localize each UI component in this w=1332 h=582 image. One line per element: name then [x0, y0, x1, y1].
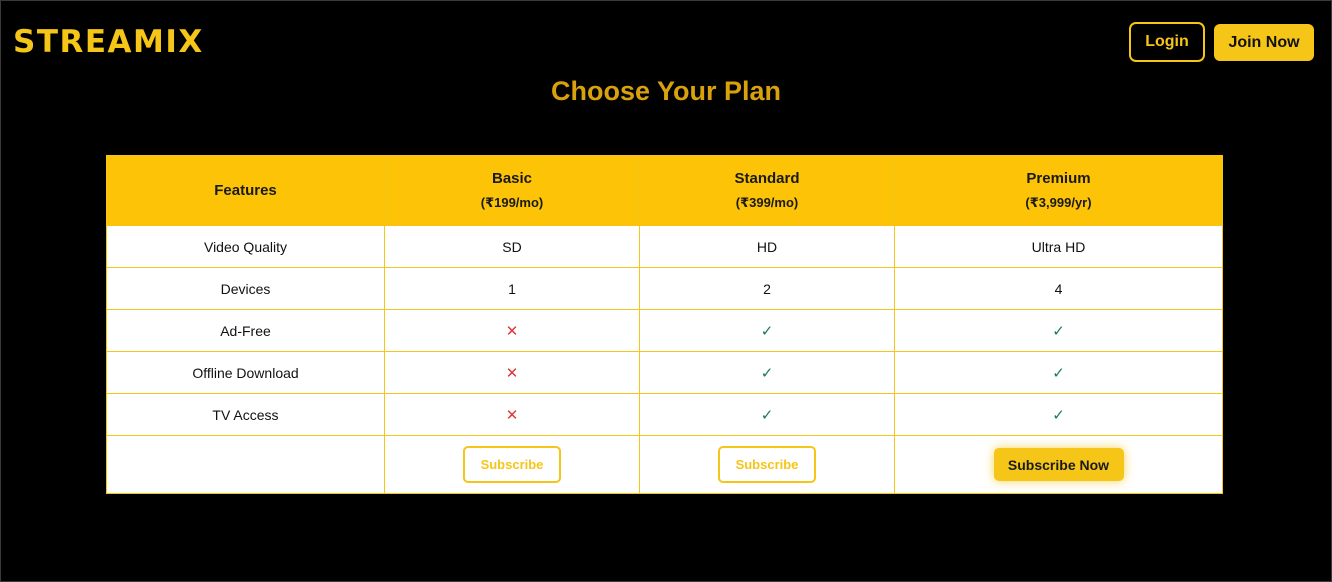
table-cell: ✓	[639, 351, 895, 394]
table-cell: ✓	[894, 309, 1223, 352]
check-icon: ✓	[1052, 321, 1065, 340]
plan-header-basic: Basic (₹199/mo)	[384, 155, 640, 226]
table-row: Ad-Free ✕ ✓ ✓	[106, 309, 1223, 352]
table-row: Offline Download ✕ ✓ ✓	[106, 351, 1223, 394]
empty-cell	[106, 435, 385, 494]
check-icon: ✓	[760, 363, 774, 382]
table-cell: ✓	[639, 393, 895, 436]
feature-label: Devices	[106, 267, 385, 310]
plans-comparison-table: Features Basic (₹199/mo) Standard (₹399/…	[106, 155, 1223, 494]
plan-name: Standard	[734, 170, 800, 187]
table-row: Devices 1 2 4	[106, 267, 1223, 310]
table-cell: SD	[384, 225, 640, 268]
join-now-button[interactable]: Join Now	[1214, 24, 1314, 61]
brand-logo[interactable]: STREAMIX	[13, 23, 204, 61]
feature-label: Video Quality	[106, 225, 385, 268]
plan-name: Basic	[491, 170, 533, 187]
table-cell: ✓	[894, 393, 1223, 436]
check-icon: ✓	[760, 405, 774, 424]
feature-label: Ad-Free	[106, 309, 385, 352]
check-icon: ✓	[1052, 363, 1065, 382]
plan-header-standard: Standard (₹399/mo)	[639, 155, 895, 226]
subscribe-row: Subscribe Subscribe Subscribe Now	[106, 435, 1223, 494]
subscribe-premium-button[interactable]: Subscribe Now	[993, 448, 1124, 481]
table-cell: Subscribe	[639, 435, 895, 494]
table-cell: ✕	[384, 351, 640, 394]
plan-price: (₹3,999/yr)	[1025, 195, 1092, 210]
subscribe-basic-button[interactable]: Subscribe	[463, 446, 561, 483]
plan-header-premium: Premium (₹3,999/yr)	[894, 155, 1223, 226]
plan-name: Premium	[1026, 170, 1091, 187]
table-cell: 4	[894, 267, 1223, 310]
cross-icon: ✕	[505, 363, 519, 382]
cross-icon: ✕	[505, 405, 519, 424]
page: STREAMIX Login Join Now Choose Your Plan…	[0, 0, 1332, 582]
login-button[interactable]: Login	[1129, 22, 1205, 62]
feature-label: Offline Download	[106, 351, 385, 394]
page-title: Choose Your Plan	[550, 76, 782, 106]
table-header-row: Features Basic (₹199/mo) Standard (₹399/…	[106, 155, 1223, 226]
table-cell: ✕	[384, 309, 640, 352]
table-cell: ✓	[639, 309, 895, 352]
table-cell: Ultra HD	[894, 225, 1223, 268]
top-nav: Login Join Now	[1129, 22, 1314, 62]
cross-icon: ✕	[505, 321, 519, 340]
table-row: TV Access ✕ ✓ ✓	[106, 393, 1223, 436]
features-column-header: Features	[106, 155, 385, 226]
table-cell: ✓	[894, 351, 1223, 394]
check-icon: ✓	[760, 321, 774, 340]
table-cell: HD	[639, 225, 895, 268]
check-icon: ✓	[1052, 405, 1065, 424]
table-cell: 1	[384, 267, 640, 310]
table-cell: 2	[639, 267, 895, 310]
subscribe-standard-button[interactable]: Subscribe	[718, 446, 816, 483]
table-cell: Subscribe	[384, 435, 640, 494]
table-cell: ✕	[384, 393, 640, 436]
table-row: Video Quality SD HD Ultra HD	[106, 225, 1223, 268]
table-cell: Subscribe Now	[894, 435, 1223, 494]
plan-price: (₹399/mo)	[735, 195, 799, 210]
feature-label: TV Access	[106, 393, 385, 436]
plan-price: (₹199/mo)	[480, 195, 544, 210]
